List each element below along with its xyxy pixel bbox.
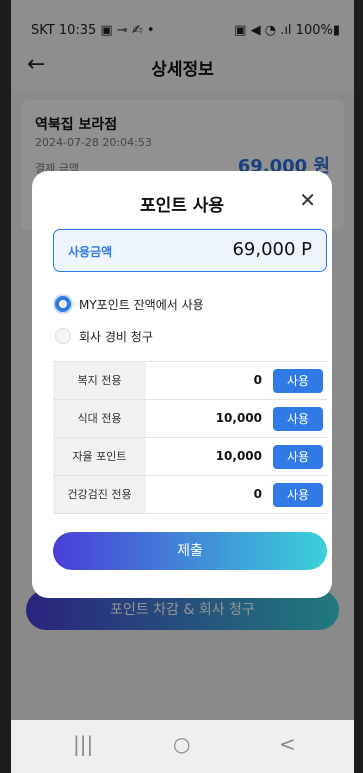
amount-value: 69,000 P	[232, 239, 312, 260]
point-type-label: 자율 포인트	[53, 438, 146, 475]
amount-label: 사용금액	[68, 245, 113, 259]
system-nav-bar: ||| ○ <	[11, 720, 354, 773]
radio-selected-icon[interactable]	[55, 296, 71, 312]
point-type-label: 복지 전용	[53, 362, 146, 399]
phone-screen: SKT 10:35 ▣ ⊸ ✍ • ▣ ◀ ◔ .ıl 100%▮ ← 상세정보…	[11, 0, 354, 773]
modal-title: 포인트 사용	[139, 196, 225, 216]
table-row: 자율 포인트 10,000 사용	[53, 438, 327, 476]
use-welfare-button[interactable]: 사용	[273, 369, 323, 393]
point-use-modal: 포인트 사용 ✕ 사용금액 69,000 P MY포인트 잔액에서 사용 회사 …	[32, 171, 332, 598]
nav-back-icon[interactable]: <	[279, 732, 296, 756]
point-value: 10,000	[215, 449, 262, 463]
point-type-label: 식대 전용	[53, 400, 146, 437]
use-health-check-button[interactable]: 사용	[273, 483, 323, 507]
option-label: MY포인트 잔액에서 사용	[79, 298, 204, 312]
table-row: 건강검진 전용 0 사용	[53, 476, 327, 514]
use-meal-button[interactable]: 사용	[273, 407, 323, 431]
home-icon[interactable]: ○	[173, 732, 190, 756]
submit-button[interactable]: 제출	[53, 532, 327, 570]
point-value: 10,000	[215, 411, 262, 425]
recent-apps-icon[interactable]: |||	[73, 732, 93, 756]
table-row: 식대 전용 10,000 사용	[53, 400, 327, 438]
use-free-point-button[interactable]: 사용	[273, 445, 323, 469]
radio-unselected-icon[interactable]	[55, 328, 71, 344]
point-table: 복지 전용 0 사용 식대 전용 10,000 사용 자율 포인트 10,000…	[53, 361, 327, 514]
point-value: 0	[253, 373, 262, 387]
table-row: 복지 전용 0 사용	[53, 362, 327, 400]
amount-box: 사용금액 69,000 P	[53, 229, 327, 272]
close-icon[interactable]: ✕	[299, 188, 316, 212]
point-type-label: 건강검진 전용	[53, 476, 146, 513]
point-value: 0	[253, 487, 262, 501]
option-label: 회사 경비 청구	[79, 330, 153, 344]
